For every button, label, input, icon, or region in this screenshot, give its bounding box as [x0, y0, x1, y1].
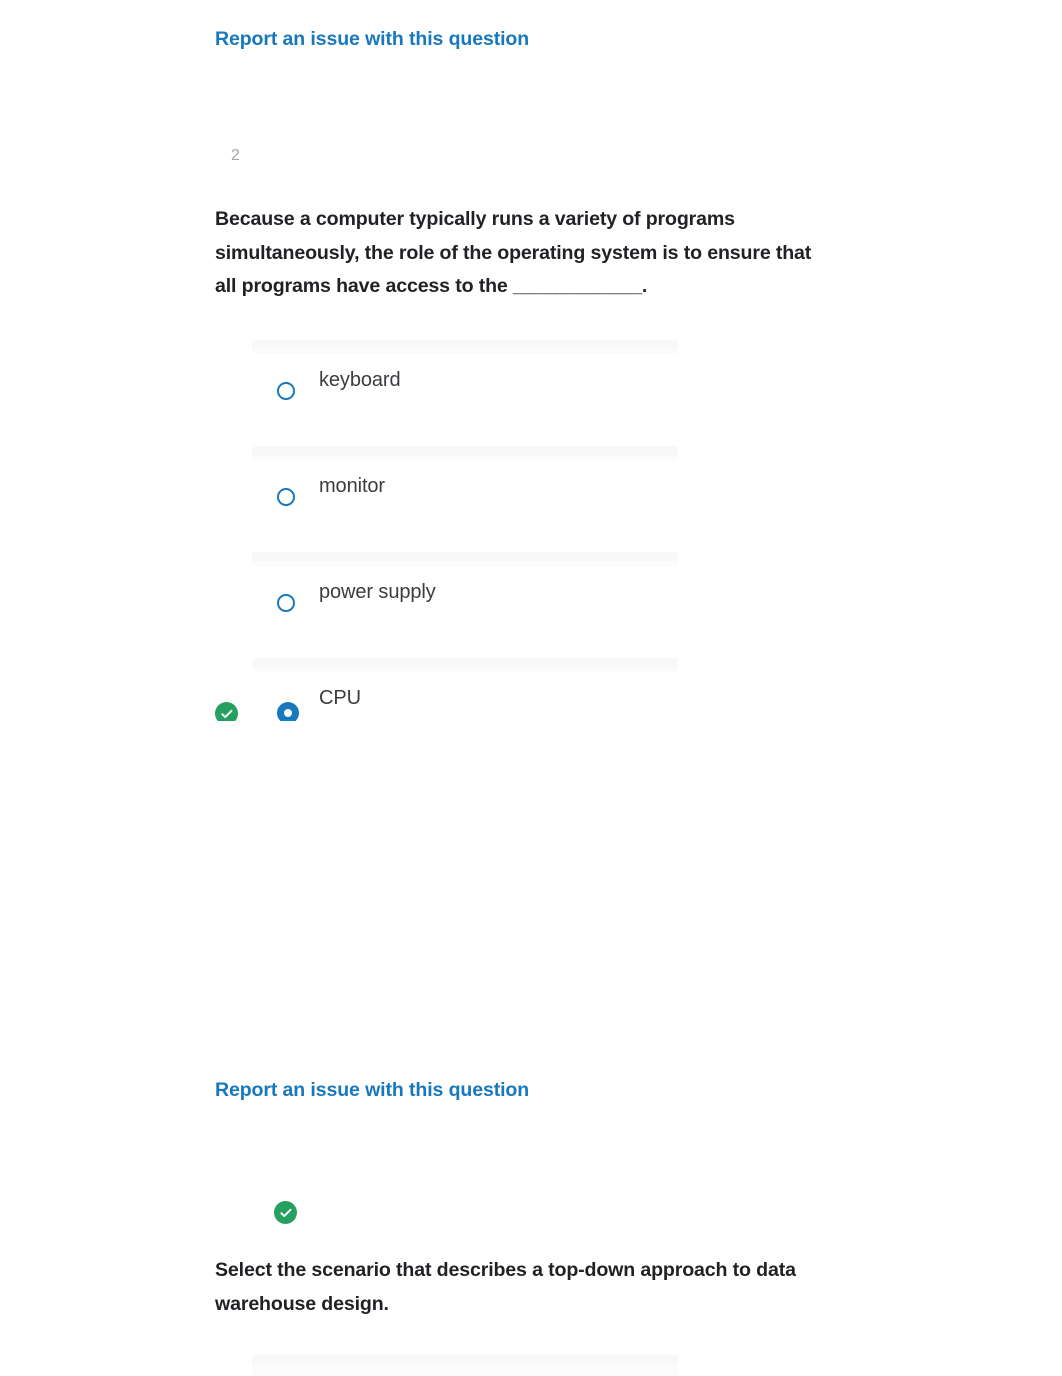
option-row-background: [252, 446, 678, 460]
answer-option-row[interactable]: power supply: [0, 552, 1062, 658]
option-label: power supply: [319, 581, 436, 603]
option-row-background: [252, 340, 678, 354]
radio-button-keyboard[interactable]: [277, 382, 295, 400]
answer-option-row[interactable]: keyboard: [0, 340, 1062, 446]
check-circle-icon: [274, 1201, 297, 1224]
check-circle-icon: [215, 702, 238, 721]
answer-options-list: keyboard monitor power supply CPU: [0, 340, 1062, 764]
report-issue-link-question-3[interactable]: Report an issue with this question: [215, 1079, 529, 1102]
option-row-background: [252, 1355, 678, 1376]
answer-option-row-selected[interactable]: CPU: [0, 658, 1062, 764]
question-text: Because a computer typically runs a vari…: [215, 208, 812, 298]
next-question-text: Select the scenario that describes a top…: [215, 1259, 796, 1315]
quiz-review-page: Report an issue with this question 2 Bec…: [0, 0, 1062, 1376]
clipped-indicator-group: [0, 658, 1062, 721]
radio-button-monitor[interactable]: [277, 488, 295, 506]
option-label: monitor: [319, 475, 385, 497]
radio-button-cpu-selected[interactable]: [277, 702, 299, 721]
answer-option-row[interactable]: monitor: [0, 446, 1062, 552]
option-label: keyboard: [319, 369, 401, 391]
radio-button-power-supply[interactable]: [277, 594, 295, 612]
option-row-background: [252, 552, 678, 566]
option-label: CPU: [319, 687, 361, 709]
question-number: 2: [231, 147, 241, 164]
report-issue-link-question-2[interactable]: Report an issue with this question: [215, 28, 529, 51]
